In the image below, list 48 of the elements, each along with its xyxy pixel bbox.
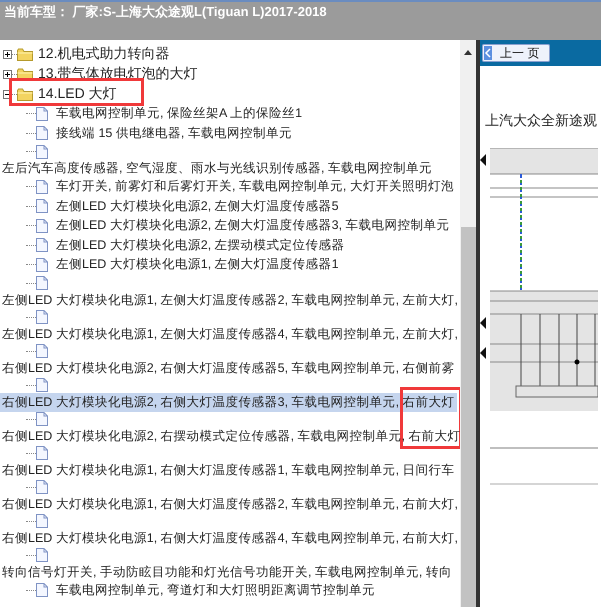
tree-item-label[interactable]: 左侧LED 大灯模块化电源1, 左侧大灯温度传感器1 — [56, 256, 339, 274]
tree-item-label[interactable]: 右侧LED 大灯模块化电源2, 右侧大灯温度传感器3, 车载电网控制单元, 右前大灯 — [0, 392, 457, 412]
expander-icon[interactable] — [3, 70, 12, 78]
previous-page-button[interactable]: 上一 页 — [482, 44, 550, 62]
tree-item-label[interactable]: 接线端 15 供电继电器, 车载电网控制单元 — [56, 124, 292, 142]
document-icon — [36, 446, 48, 460]
document-icon — [36, 180, 48, 194]
document-title: 上汽大众全新途观 — [485, 112, 598, 130]
tree-item-label[interactable]: 左侧LED 大灯模块化电源2, 左侧大灯温度传感器3, 车载电网控制单元 — [56, 217, 450, 234]
document-icon — [36, 378, 48, 392]
document-icon — [36, 310, 48, 324]
document-icon — [36, 238, 48, 252]
tree-item-label[interactable]: 右侧LED 大灯模块化电源1, 右侧大灯温度传感器1, 车载电网控制单元, 日间行车 — [0, 460, 457, 480]
folder-icon — [17, 48, 33, 60]
tree-item-label[interactable]: 右侧LED 大灯模块化电源1, 右侧大灯温度传感器2, 车载电网控制单元, 右前大灯, — [0, 494, 460, 514]
document-icon — [36, 144, 48, 158]
tree-item-label[interactable]: 左侧LED 大灯模块化电源1, 左侧大灯温度传感器2, 车载电网控制单元, 左前大灯, — [0, 290, 460, 310]
tree-item-label[interactable]: 左侧LED 大灯模块化电源1, 左侧大灯温度传感器4, 车载电网控制单元, 左前大灯, — [0, 324, 460, 344]
left-arrow-icon — [484, 46, 492, 60]
tree-item-label[interactable]: 右侧LED 大灯模块化电源2, 右侧大灯温度传感器5, 车载电网控制单元, 右侧前雾 — [0, 358, 457, 378]
tree-item-label[interactable]: 左侧LED 大灯模块化电源2, 左侧大灯温度传感器5 — [56, 198, 339, 215]
scroll-up-icon[interactable] — [464, 50, 472, 55]
tree-item-label[interactable]: 转向信号灯开关, 手动防眩目功能和灯光信号功能开关, 车载电网控制单元, 转向 — [0, 562, 454, 582]
tree-item-label[interactable]: 右侧LED 大灯模块化电源1, 右侧大灯温度传感器4, 车载电网控制单元, 右前大灯, — [0, 528, 460, 548]
document-icon — [36, 276, 48, 290]
document-icon — [36, 548, 48, 562]
expander-icon[interactable] — [3, 50, 12, 58]
tree-item-label[interactable]: 车灯开关, 前雾灯和后雾灯开关, 车载电网控制单元, 大灯开关照明灯泡 — [56, 178, 454, 196]
document-icon — [36, 199, 48, 214]
folder-icon — [17, 88, 33, 100]
tree-item-label[interactable]: 左后汽车高度传感器, 空气湿度、雨水与光线识别传感器, 车载电网控制单元 — [0, 159, 434, 178]
tree-folder-label[interactable]: 14.LED 大灯 — [38, 85, 117, 103]
tree-item-label[interactable]: 车载电网控制单元, 保险丝架A 上的保险丝1 — [56, 105, 302, 122]
document-icon — [36, 258, 48, 272]
document-icon — [36, 344, 48, 358]
tree-folder-label[interactable]: 12.机电式助力转向器 — [38, 45, 170, 63]
document-icon — [36, 480, 48, 494]
document-icon — [36, 106, 48, 121]
scrollbar[interactable] — [460, 40, 476, 607]
document-icon — [36, 514, 48, 528]
window-title: 当前车型： 厂家:S-上海大众途观L(Tiguan L)2017-2018 — [4, 4, 327, 19]
document-icon — [36, 583, 48, 598]
document-icon — [36, 218, 48, 233]
scrollbar-thumb[interactable] — [461, 227, 476, 607]
document-icon — [36, 126, 48, 140]
document-icon — [36, 412, 48, 426]
tree-item-label[interactable]: 左侧LED 大灯模块化电源2, 左摆动模式定位传感器 — [56, 236, 345, 254]
tree-item-label[interactable]: 车载电网控制单元, 弯道灯和大灯照明距离调节控制单元 — [56, 582, 375, 599]
